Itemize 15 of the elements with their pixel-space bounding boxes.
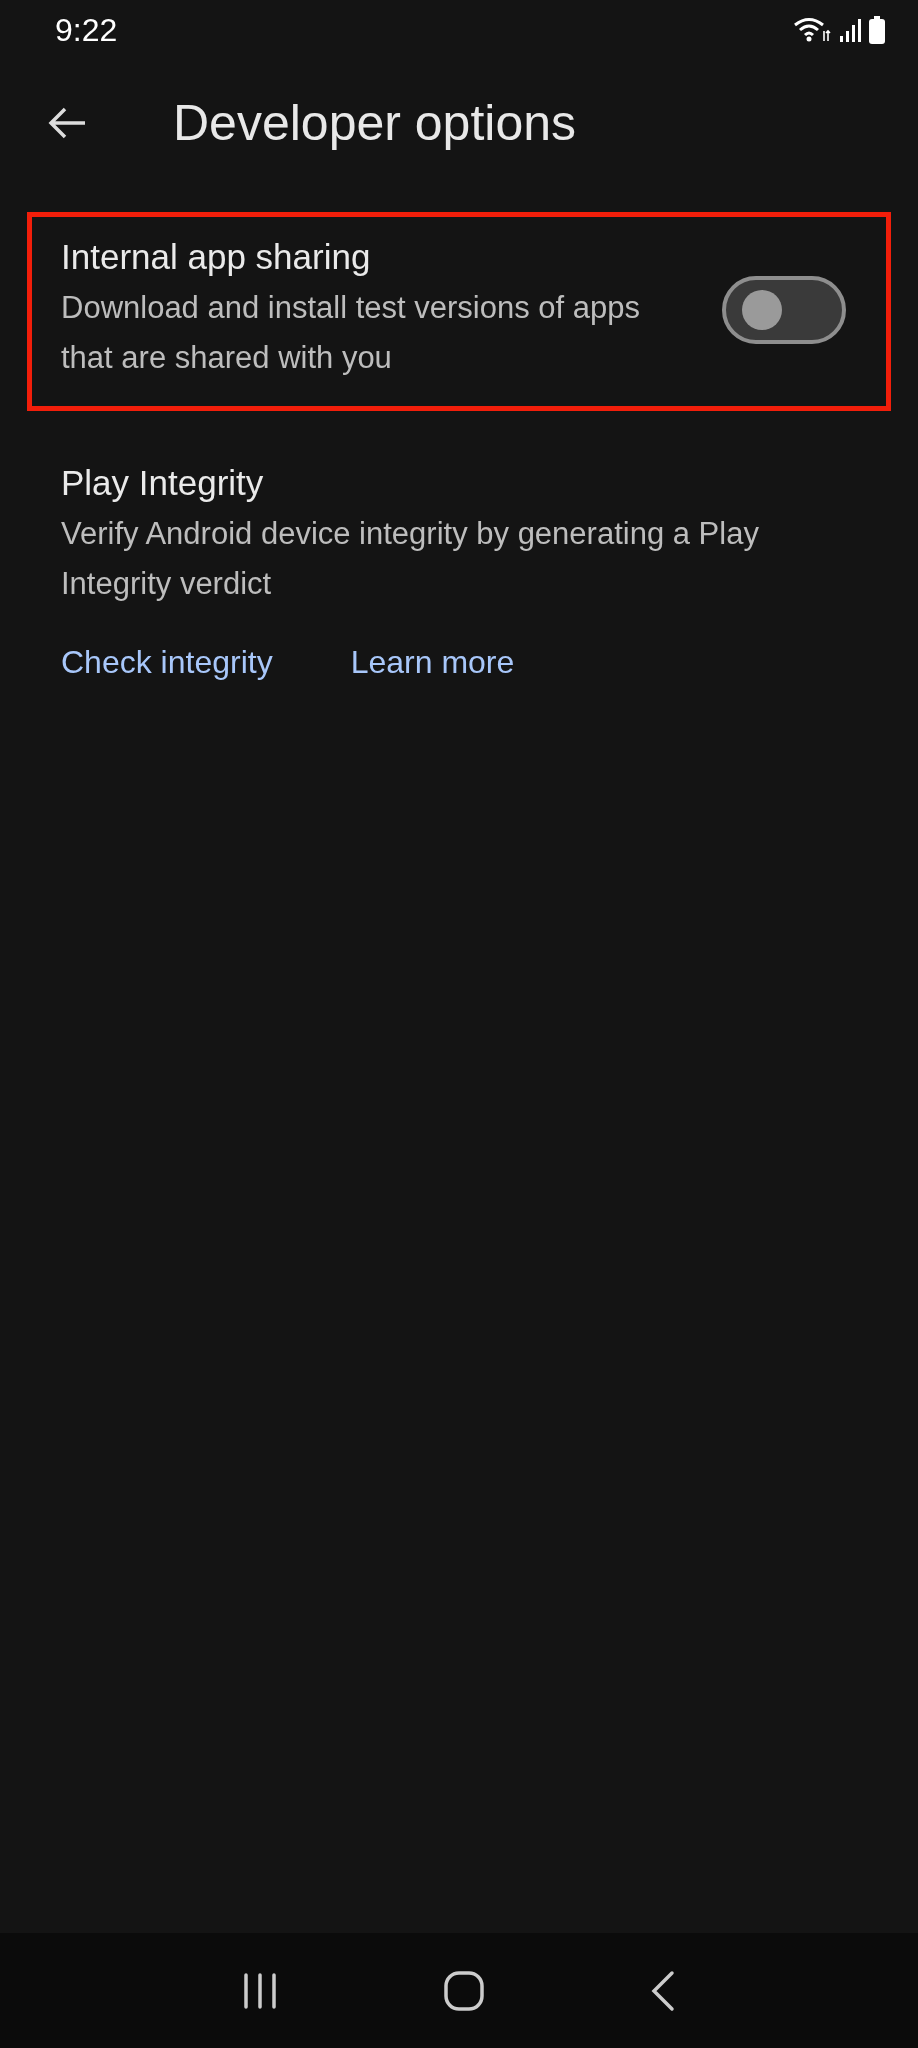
- home-icon[interactable]: [443, 1969, 485, 2012]
- wifi-icon: [793, 17, 833, 43]
- setting-title: Internal app sharing: [61, 237, 372, 277]
- signal-icon: [839, 17, 863, 43]
- setting-title: Play Integrity: [61, 463, 265, 504]
- back-button[interactable]: [47, 105, 87, 140]
- setting-description: Download and install test versions of apps that are shared with you: [61, 289, 641, 377]
- setting-description: Verify Android device integrity by generating a Play Integrity verdict: [61, 515, 760, 603]
- back-icon[interactable]: [649, 1969, 676, 2012]
- text-link[interactable]: Learn more: [350, 644, 515, 682]
- recent-apps-icon[interactable]: [242, 1970, 279, 2011]
- status-time: 9:22: [55, 11, 118, 49]
- text-link[interactable]: Check integrity: [61, 644, 273, 682]
- page-title: Developer options: [173, 93, 577, 152]
- battery-icon: [869, 16, 885, 44]
